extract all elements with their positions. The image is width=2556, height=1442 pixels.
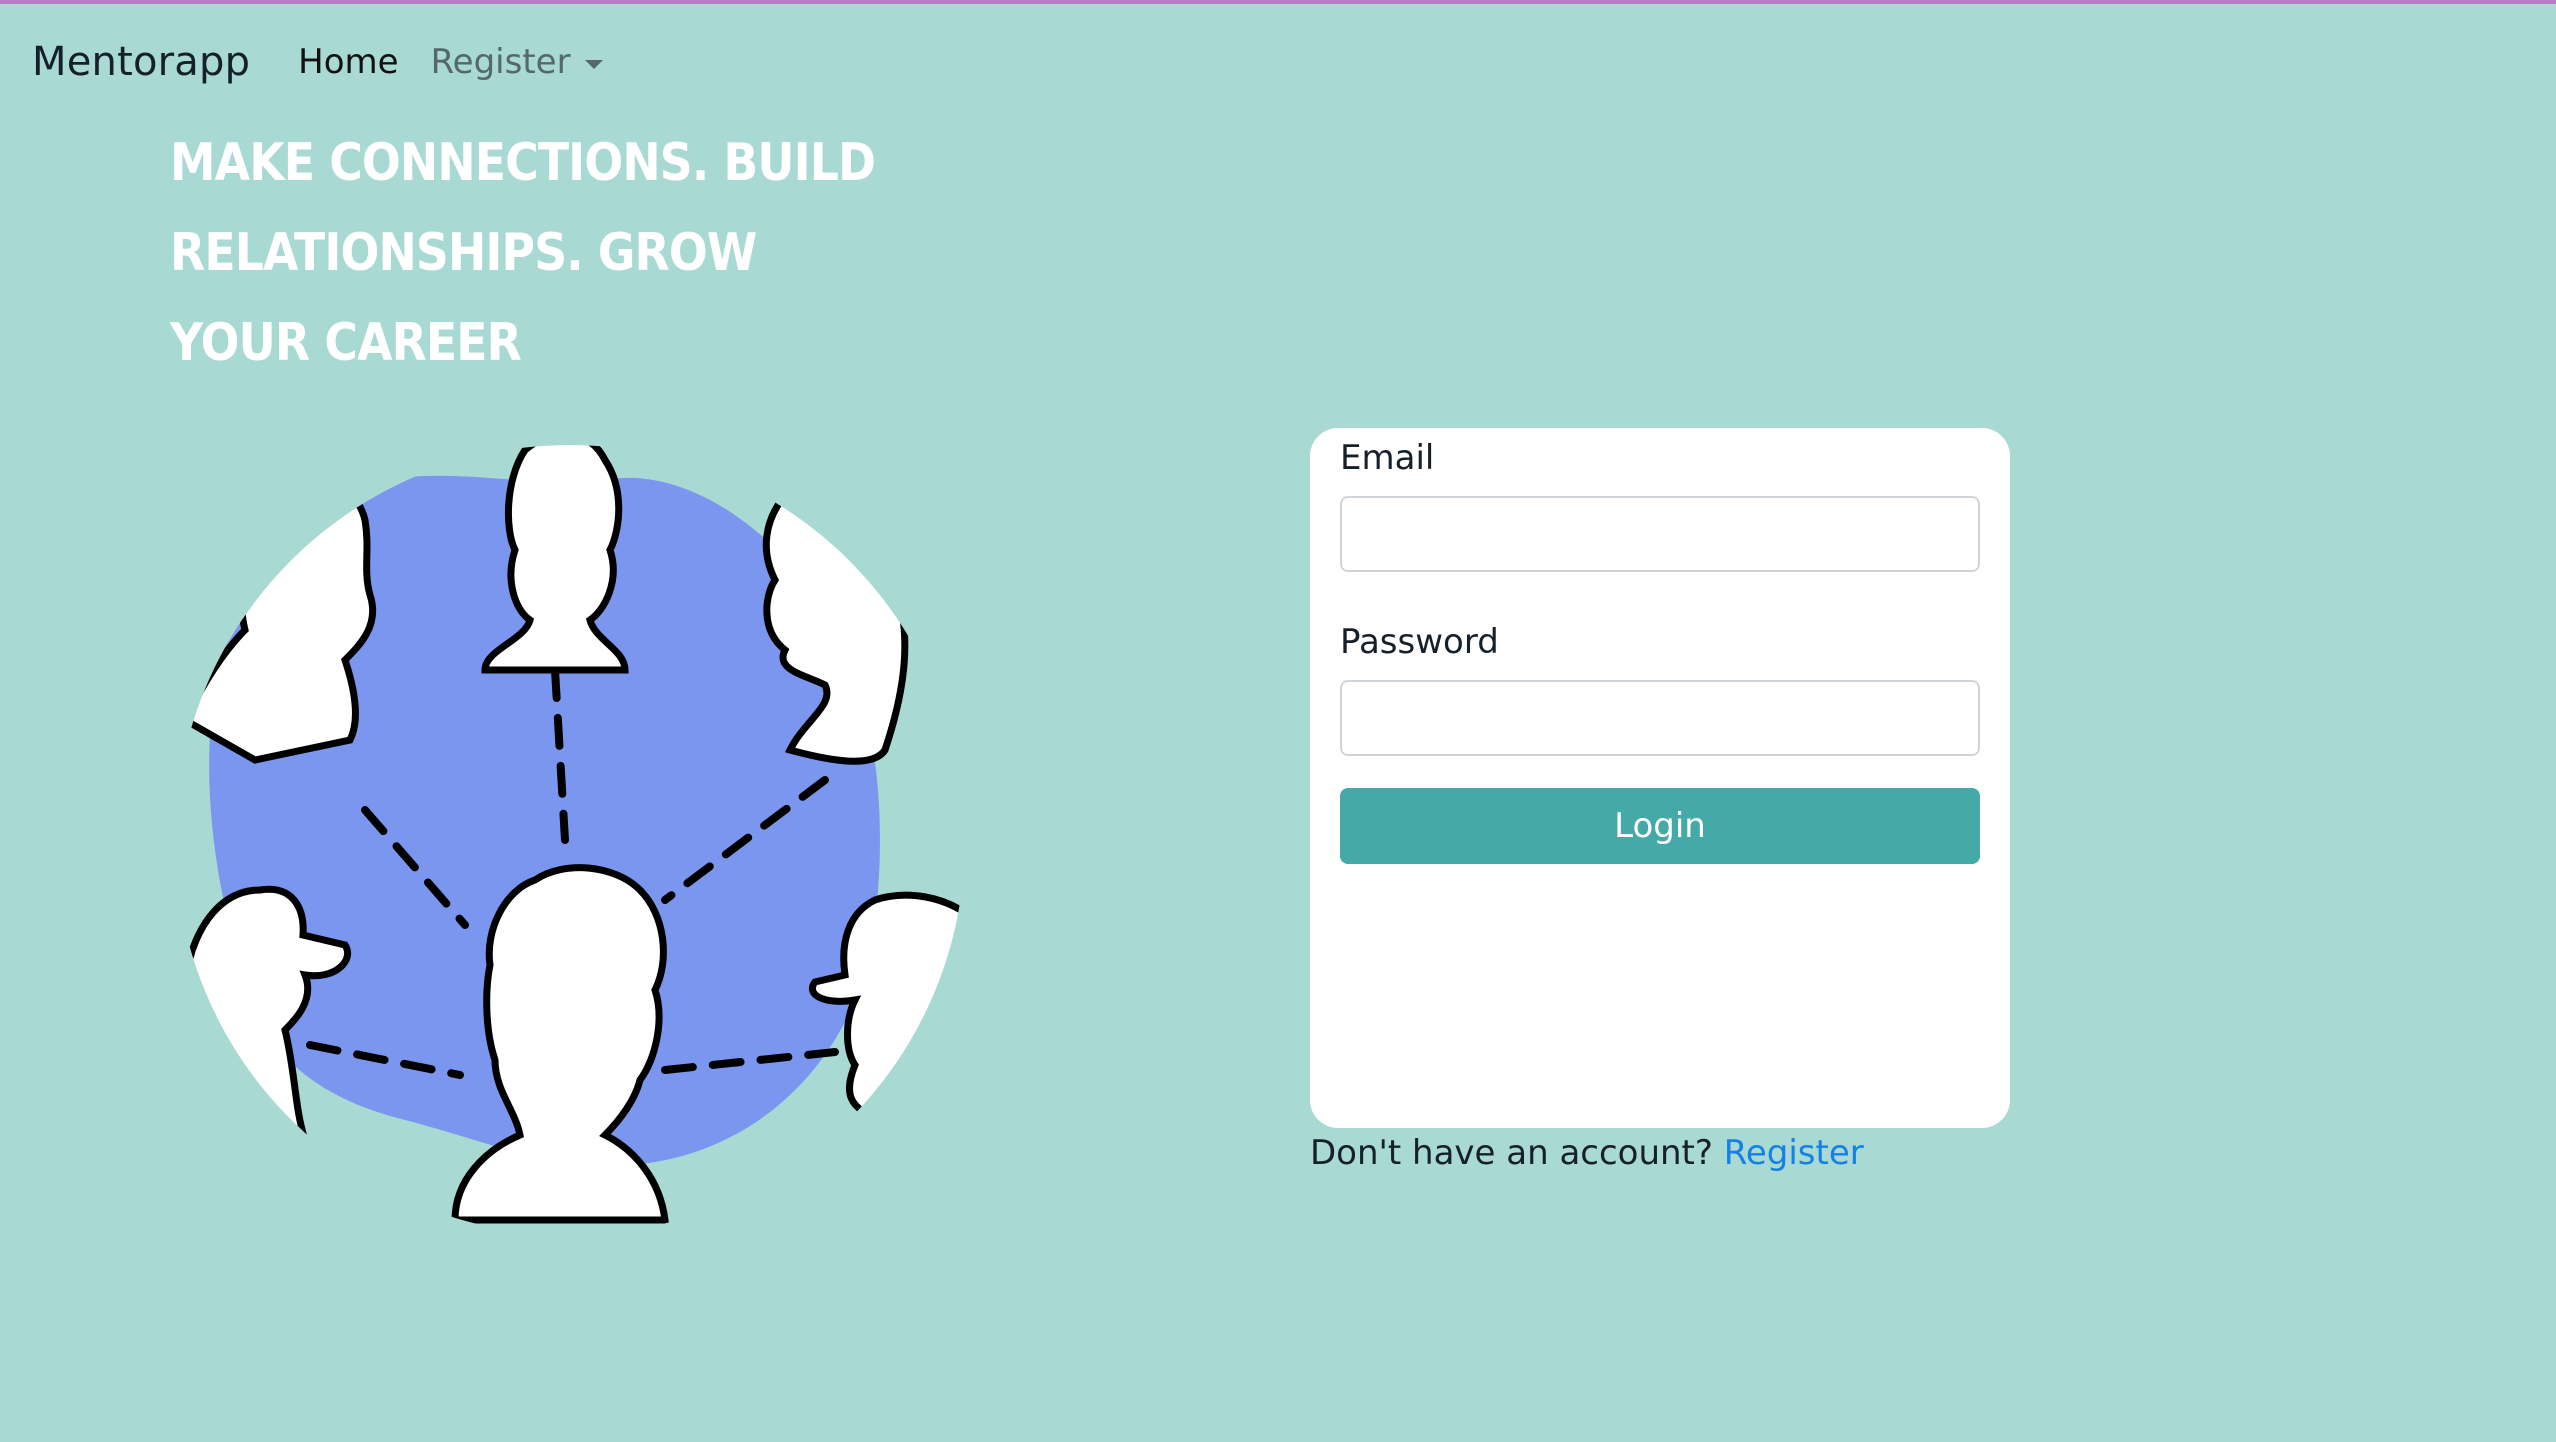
register-prompt-text: Don't have an account?: [1310, 1133, 1713, 1173]
navbar: Mentorapp Home Register: [32, 30, 635, 94]
email-label: Email: [1340, 438, 1435, 478]
hero-heading-line2: your career: [170, 313, 522, 373]
hero-heading: Make connections. Build relationships. G…: [170, 118, 1103, 388]
people-network-illustration: [185, 445, 965, 1224]
caret-down-icon: [584, 59, 603, 69]
hero-heading-line1: Make connections. Build relationships. G…: [170, 133, 876, 283]
password-field[interactable]: [1340, 680, 1980, 756]
register-prompt: Don't have an account? Register: [1310, 1128, 1864, 1178]
login-button[interactable]: Login: [1340, 788, 1980, 864]
brand-logo[interactable]: Mentorapp: [32, 39, 250, 85]
top-border: [0, 0, 2556, 4]
password-label: Password: [1340, 622, 1499, 662]
register-link[interactable]: Register: [1724, 1133, 1864, 1173]
nav-register-dropdown[interactable]: Register: [431, 42, 603, 82]
email-field[interactable]: [1340, 496, 1980, 572]
head-upper-left: [185, 481, 377, 764]
nav-home-link[interactable]: Home: [298, 42, 398, 82]
nav-register-label: Register: [430, 42, 571, 82]
login-card: Email Password Login: [1310, 428, 2010, 1128]
